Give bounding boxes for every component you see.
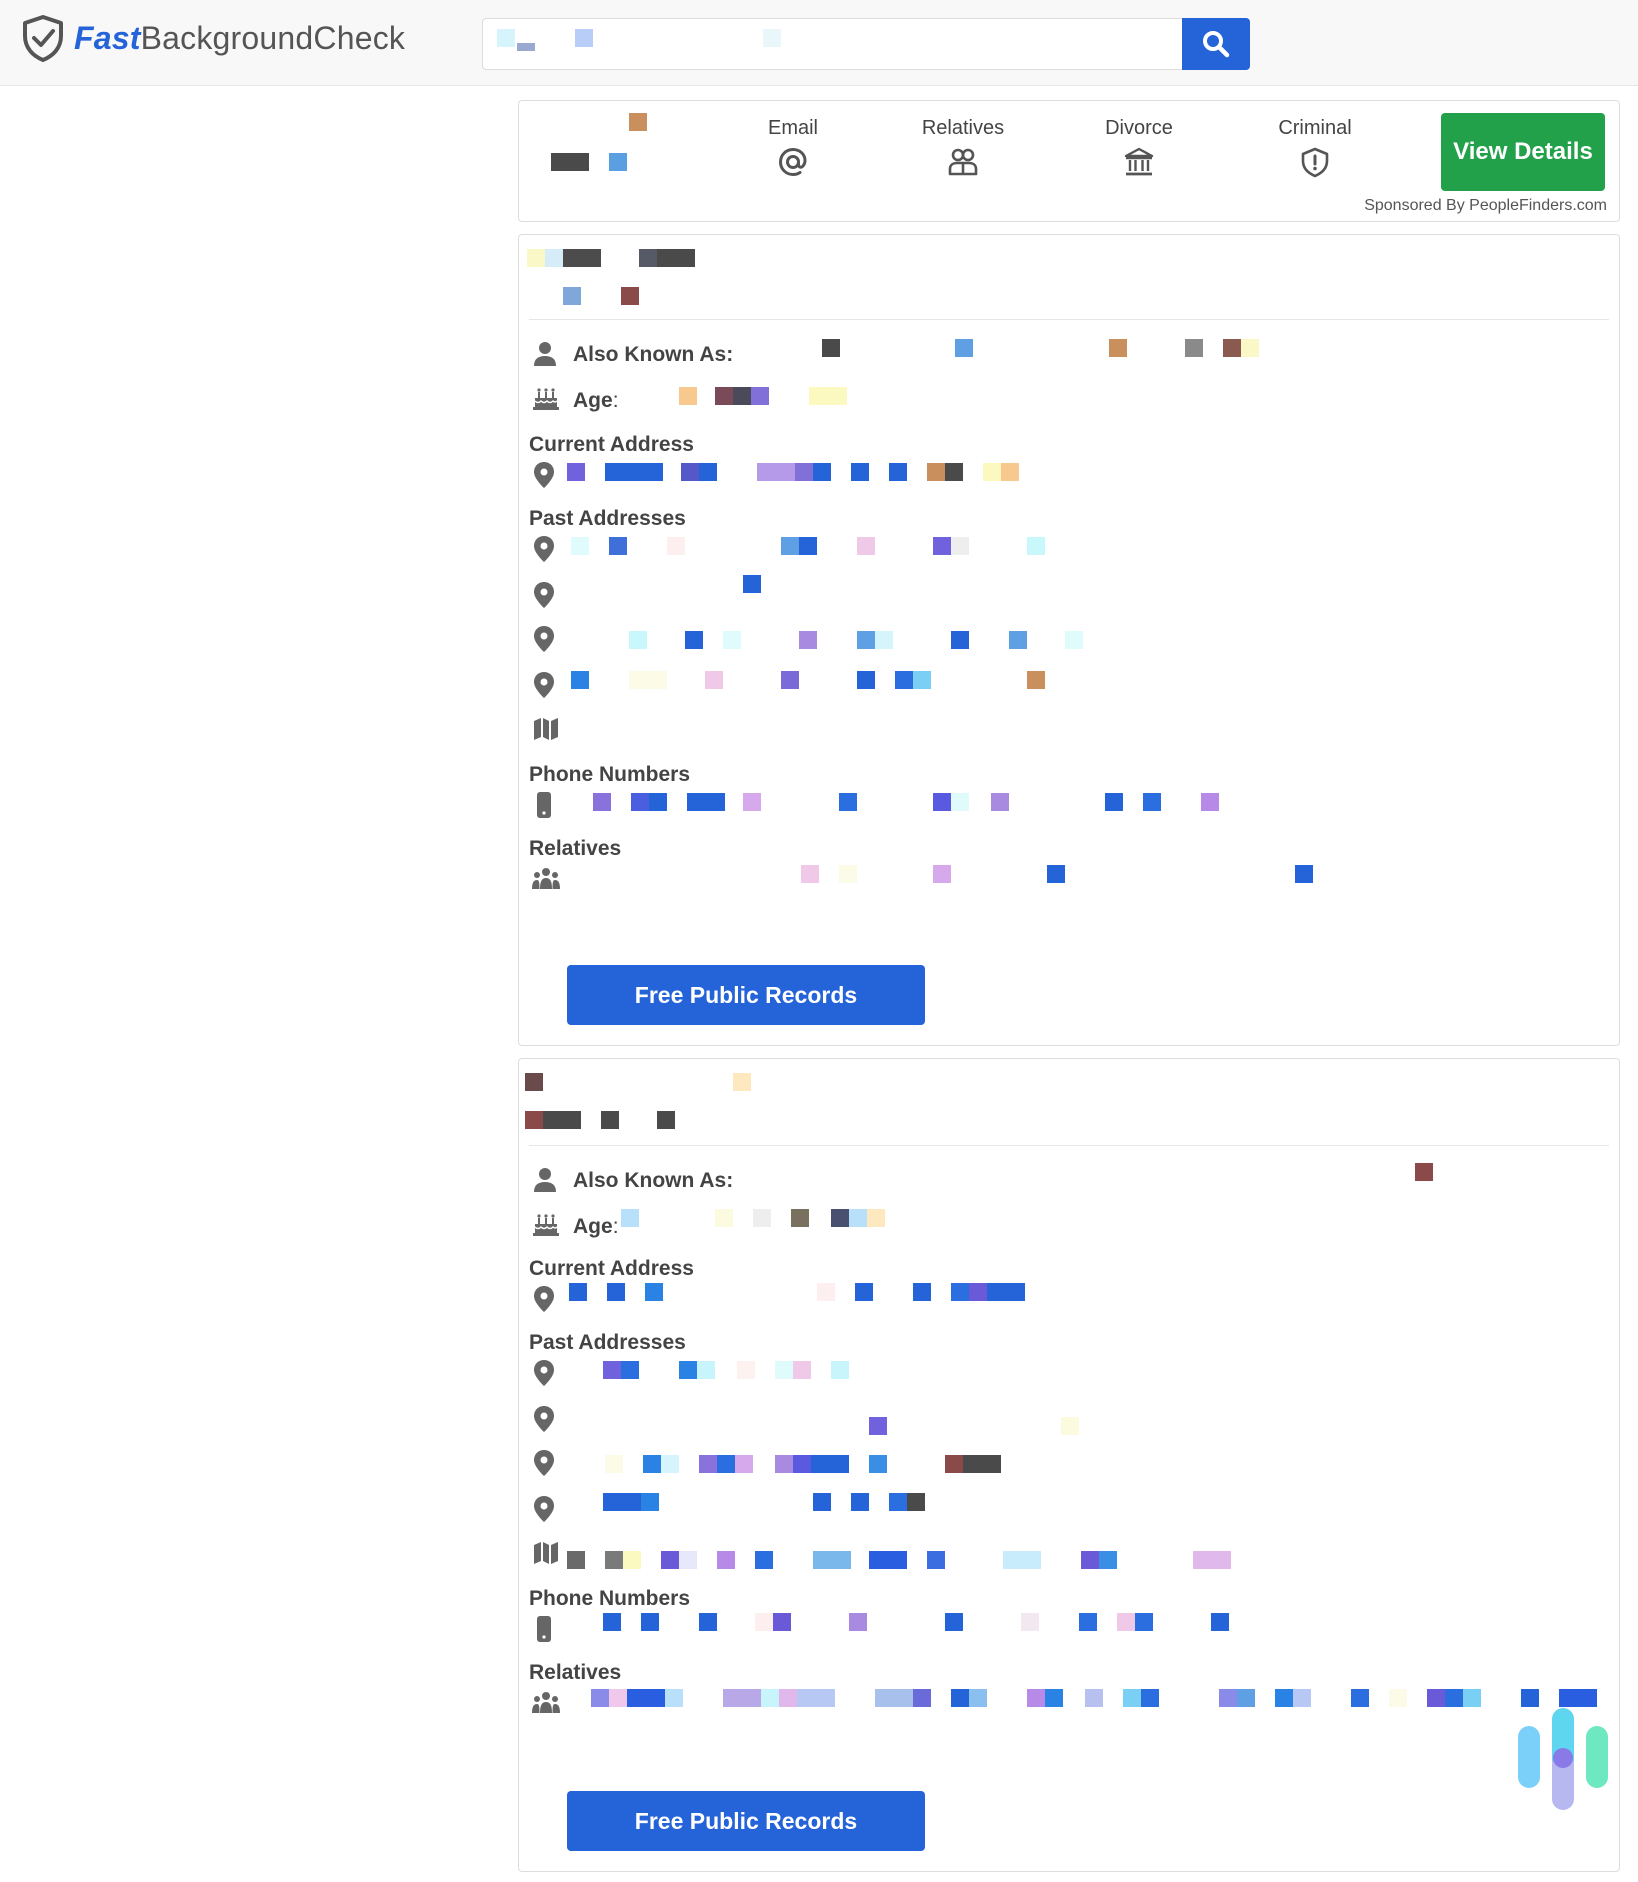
map-pin-icon (534, 1406, 554, 1432)
person-card: Also Known As: Age: Current Address Past… (518, 1058, 1620, 1872)
chat-widget[interactable] (1510, 1704, 1610, 1814)
phone-numbers-label: Phone Numbers (529, 763, 691, 786)
redacted-age (621, 1209, 639, 1227)
current-address-label: Current Address (529, 433, 694, 456)
search-button[interactable] (1182, 18, 1250, 70)
map-pin-icon (534, 1286, 554, 1312)
also-known-as-label: Also Known As: (573, 343, 734, 366)
redacted-location (525, 1111, 543, 1129)
redacted-aliases (822, 339, 840, 357)
map-pin-icon (534, 462, 554, 488)
redacted-address (569, 1283, 587, 1301)
redacted-relatives (591, 1689, 609, 1707)
age-label: Age: (573, 389, 619, 412)
redacted-text (609, 153, 627, 171)
past-addresses-label: Past Addresses (529, 1331, 686, 1354)
redacted-location (563, 287, 581, 305)
birthday-cake-icon (533, 388, 559, 410)
birthday-cake-icon (533, 1214, 559, 1236)
redacted-text (763, 29, 781, 47)
phone-numbers-label: Phone Numbers (529, 1587, 691, 1610)
shield-check-icon (23, 15, 63, 62)
at-icon (778, 147, 807, 177)
mobile-phone-icon (537, 792, 551, 818)
redacted-text (575, 29, 593, 47)
redacted-name (527, 249, 545, 267)
family-icon (532, 868, 560, 889)
map-pin-icon (534, 626, 554, 652)
ad-item-divorce[interactable]: Divorce (1079, 117, 1199, 178)
site-header: FastBackgroundCheck (0, 0, 1638, 86)
relatives-label: Relatives (529, 837, 622, 860)
free-public-records-button[interactable]: Free Public Records (567, 965, 925, 1025)
person-icon (534, 342, 556, 366)
map-icon (534, 1542, 558, 1564)
also-known-as-label: Also Known As: (573, 1169, 734, 1192)
map-icon (534, 718, 558, 740)
past-addresses-label: Past Addresses (529, 507, 686, 530)
redacted-address (567, 463, 585, 481)
map-pin-icon (534, 672, 554, 698)
redacted-text (517, 43, 535, 51)
ad-item-relatives[interactable]: Relatives (903, 117, 1023, 178)
sponsored-card: Email Relatives Divorce Criminal View De… (518, 100, 1620, 222)
search-box (482, 18, 1250, 70)
redacted-text (629, 113, 647, 131)
redacted-age (679, 387, 697, 405)
redacted-phones (593, 793, 611, 811)
redacted-phones (603, 1613, 621, 1631)
redacted-text (551, 153, 589, 171)
redacted-relatives (801, 865, 819, 883)
redacted-text (497, 29, 515, 47)
mobile-phone-icon (537, 1616, 551, 1642)
relatives-label: Relatives (529, 1661, 622, 1684)
site-logo[interactable]: FastBackgroundCheck (20, 14, 405, 62)
ad-item-criminal[interactable]: Criminal (1255, 117, 1375, 178)
chat-widget-icon (1518, 1708, 1608, 1810)
free-public-records-button[interactable]: Free Public Records (567, 1791, 925, 1851)
age-label: Age: (573, 1215, 619, 1238)
search-icon (1203, 31, 1230, 58)
divider (529, 1145, 1609, 1146)
map-pin-icon (534, 1450, 554, 1476)
map-pin-icon (534, 536, 554, 562)
sponsored-text: Sponsored By PeopleFinders.com (1364, 197, 1607, 214)
divider (529, 319, 1609, 320)
brand-name: FastBackgroundCheck (74, 19, 406, 56)
map-pin-icon (534, 1496, 554, 1522)
redacted-aliases (1415, 1163, 1433, 1181)
redacted-name (525, 1073, 543, 1091)
people-icon (948, 148, 978, 176)
map-pin-icon (534, 1360, 554, 1386)
person-card: Also Known As: Age: Current Address Past… (518, 234, 1620, 1046)
current-address-label: Current Address (529, 1257, 694, 1280)
family-icon (532, 1692, 560, 1713)
map-pin-icon (534, 582, 554, 608)
shield-alert-icon (1301, 147, 1329, 178)
ad-item-email[interactable]: Email (733, 117, 853, 178)
view-details-button[interactable]: View Details (1441, 113, 1605, 191)
courthouse-icon (1124, 147, 1154, 176)
person-icon (534, 1168, 556, 1192)
